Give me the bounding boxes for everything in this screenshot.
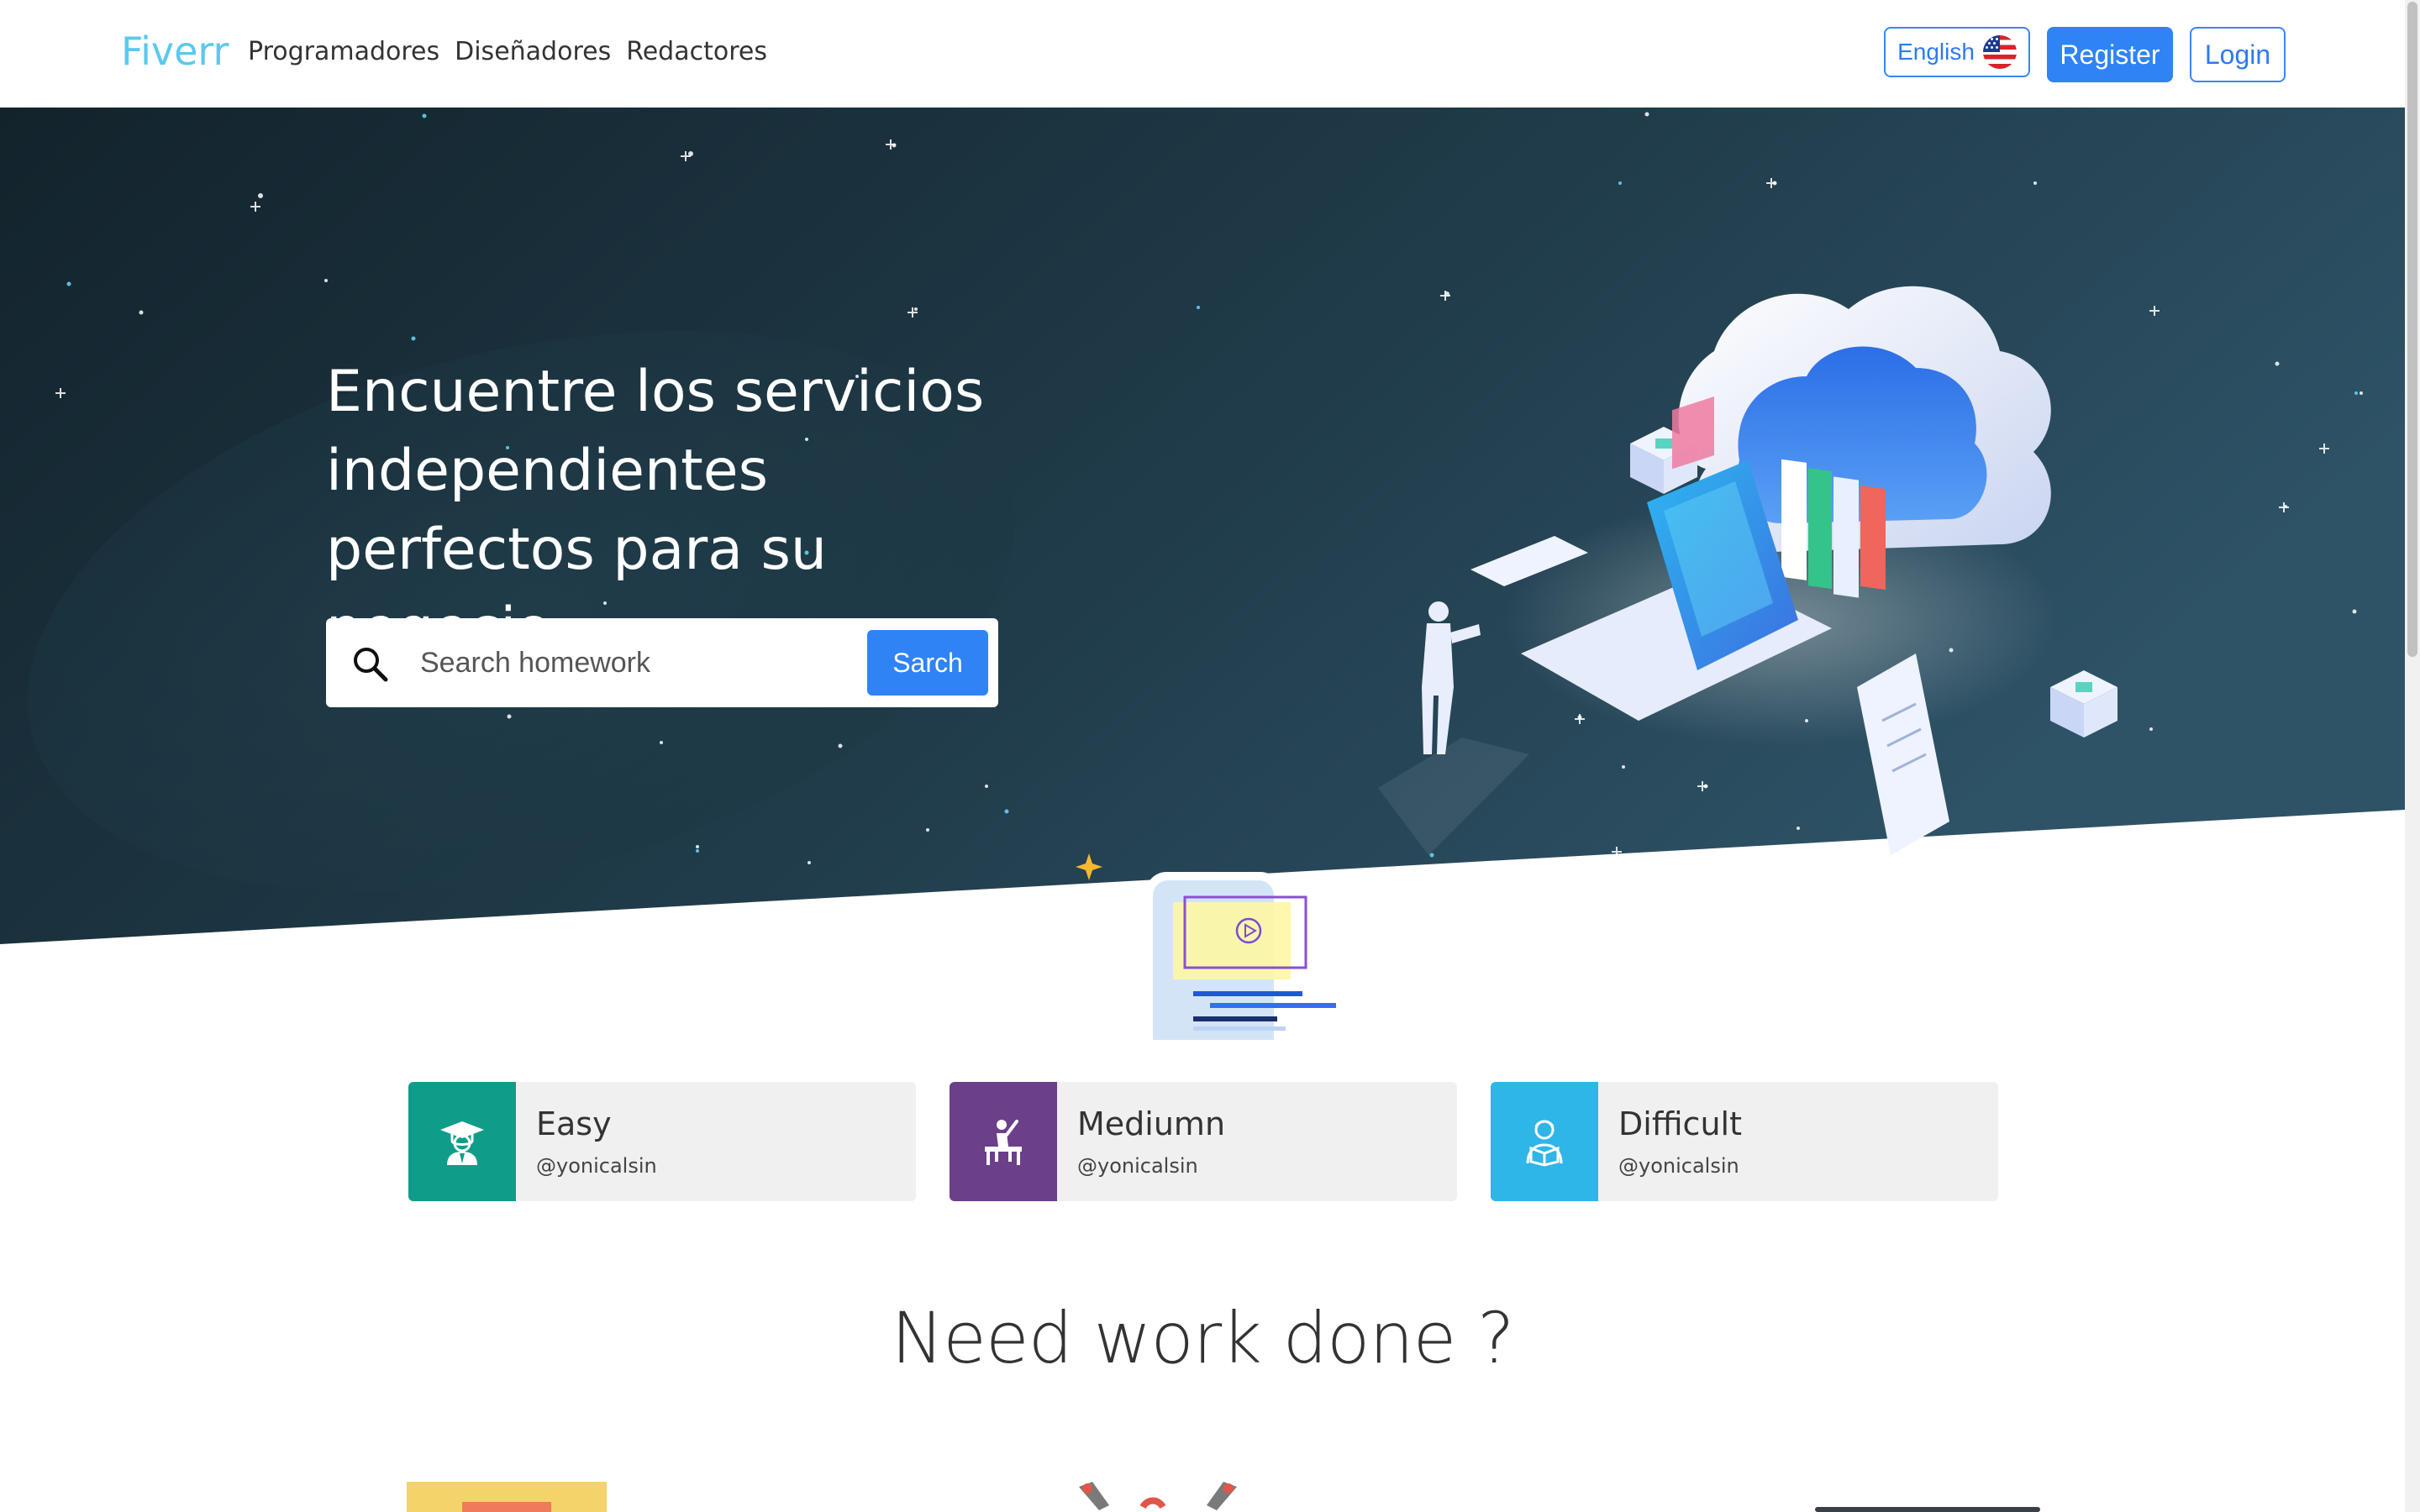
video-widget-illustration [1076, 853, 1336, 1040]
card-easy[interactable]: Easy @yonicalsin [408, 1082, 916, 1201]
card-title: Mediumn [1077, 1105, 1226, 1142]
register-button[interactable]: Register [2047, 27, 2173, 82]
nav-link-programadores[interactable]: Programadores [248, 37, 439, 66]
section-title: Need work done ? [891, 1297, 1514, 1379]
login-button[interactable]: Login [2190, 27, 2286, 82]
search-input[interactable] [420, 633, 891, 692]
language-label: English [1897, 39, 1975, 65]
search-box: Sarch [326, 618, 998, 707]
page: Fiverr Programadores Diseñadores Redacto… [0, 0, 2420, 1512]
card-handle: @yonicalsin [536, 1154, 657, 1178]
page-scrollbar[interactable] [2405, 0, 2420, 1512]
brand-logo[interactable]: Fiverr [121, 29, 229, 74]
language-button[interactable]: English [1884, 27, 2030, 77]
nav-link-redactores[interactable]: Redactores [626, 37, 767, 66]
difficulty-cards: Easy @yonicalsin Mediumn @yonicalsin Dif… [408, 1082, 1998, 1201]
student-desk-icon [950, 1082, 1057, 1201]
nav-links: Programadores Diseñadores Redactores [248, 37, 767, 66]
hero-section: Encuentre los servicios independientes p… [0, 108, 2405, 1040]
card-difficult[interactable]: Difficult @yonicalsin [1491, 1082, 1998, 1201]
folder-illustration [407, 1482, 607, 1512]
card-title: Difficult [1618, 1105, 1742, 1142]
reader-icon [1491, 1082, 1598, 1201]
cloud-library-illustration [1378, 286, 2118, 855]
device-illustration [1815, 1507, 2040, 1512]
card-handle: @yonicalsin [1618, 1154, 1739, 1178]
card-medium[interactable]: Mediumn @yonicalsin [950, 1082, 1457, 1201]
search-icon[interactable] [351, 645, 388, 682]
scrollbar-thumb[interactable] [2407, 2, 2417, 657]
navbar: Fiverr Programadores Diseñadores Redacto… [0, 0, 2405, 108]
nav-link-disenadores[interactable]: Diseñadores [455, 37, 611, 66]
graduate-icon [408, 1082, 516, 1201]
us-flag-icon [1982, 35, 2017, 69]
card-handle: @yonicalsin [1077, 1154, 1198, 1178]
card-title: Easy [536, 1105, 612, 1142]
tools-illustration [1079, 1482, 1237, 1510]
search-button[interactable]: Sarch [867, 630, 988, 696]
